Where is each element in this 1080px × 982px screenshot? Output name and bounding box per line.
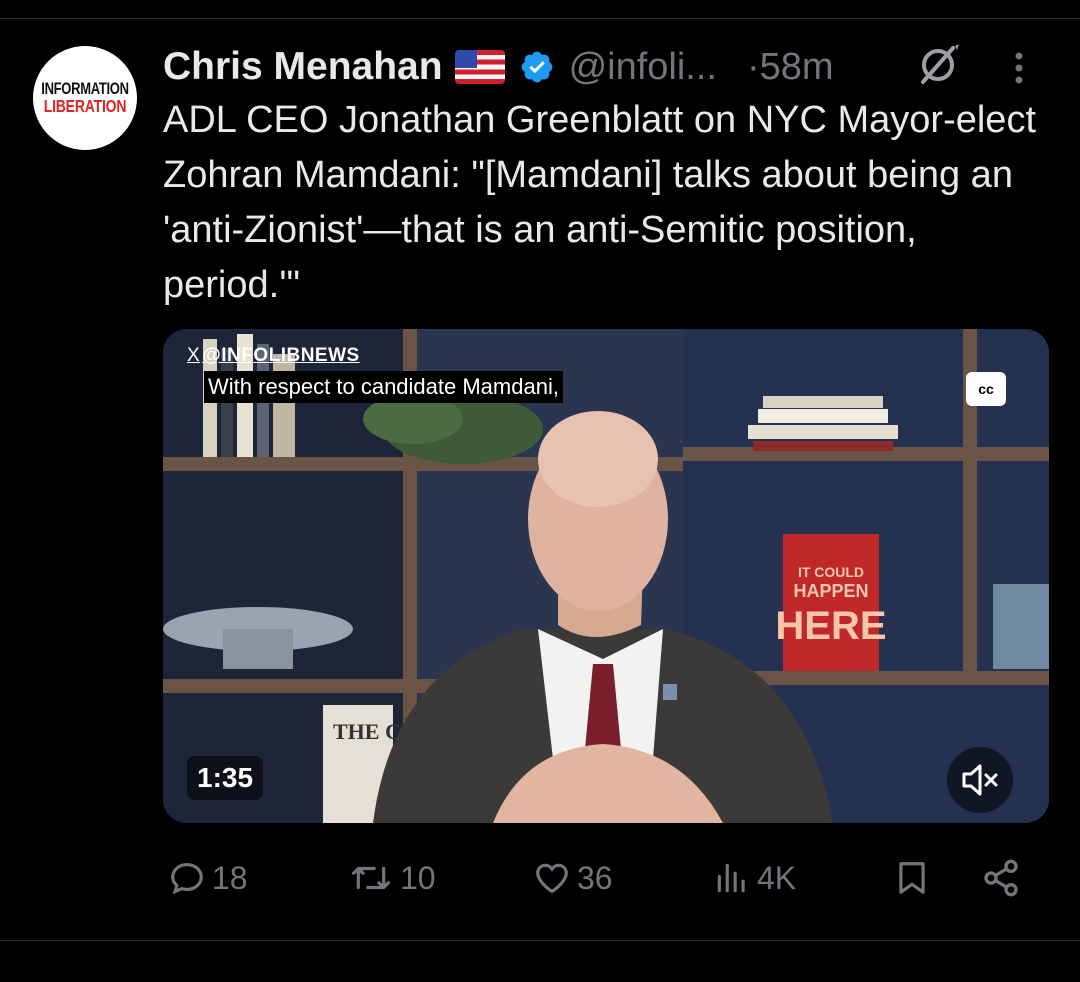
video-frame: IT COULD HAPPEN HERE THE C (163, 329, 1049, 823)
author-handle[interactable]: @infoli... (569, 46, 717, 89)
top-divider (0, 18, 1080, 19)
avatar[interactable]: INFORMATION LIBERATION (33, 46, 137, 150)
video-player[interactable]: IT COULD HAPPEN HERE THE C X @INFOLIBNEWS… (163, 329, 1049, 823)
views-icon (717, 863, 745, 893)
video-duration: 1:35 (187, 756, 264, 800)
views-count: 4K (757, 859, 797, 896)
avatar-line-2: LIBERATION (43, 95, 127, 116)
video-caption: With respect to candidate Mamdani, (204, 371, 563, 403)
more-vertical-icon[interactable] (1009, 50, 1029, 86)
watermark-handle: @INFOLIBNEWS (202, 345, 360, 366)
share-icon (984, 859, 1018, 897)
repost-icon (352, 866, 390, 890)
author-name[interactable]: Chris Menahan (163, 45, 443, 89)
book-title-line-2: HAPPEN (793, 581, 868, 601)
muted-speaker-icon (962, 764, 998, 796)
reply-button[interactable]: 18 (168, 850, 248, 906)
mute-button[interactable] (947, 747, 1013, 813)
time-separator: · (746, 45, 760, 88)
like-count: 36 (577, 859, 613, 896)
post-time[interactable]: ·58m (747, 46, 834, 89)
x-logo-icon: X (187, 345, 201, 366)
reply-count: 18 (212, 859, 248, 896)
closed-captions-button[interactable]: cc (966, 372, 1006, 406)
repost-button[interactable]: 10 (348, 850, 436, 906)
views-button[interactable]: 4K (713, 850, 796, 906)
like-icon (536, 863, 568, 894)
reply-icon (171, 862, 203, 895)
book-title-line-3: HERE (775, 604, 886, 648)
share-button[interactable] (981, 850, 1021, 906)
grok-icon[interactable] (915, 42, 961, 88)
time-value: 58m (759, 45, 834, 88)
video-watermark: X @INFOLIBNEWS (187, 345, 360, 367)
red-book (783, 534, 879, 671)
bookmark-button[interactable] (893, 850, 931, 906)
bookmark-icon (899, 862, 925, 894)
action-bar: 18 10 36 4K (163, 850, 1043, 906)
like-button[interactable]: 36 (533, 850, 613, 906)
repost-count: 10 (400, 859, 436, 896)
bottom-divider (0, 940, 1080, 941)
post-header: Chris Menahan @infoli... ·58m (163, 40, 1043, 94)
verified-badge-icon[interactable] (519, 49, 555, 85)
book2-title: THE C (333, 719, 401, 744)
post-text: ADL CEO Jonathan Greenblatt on NYC Mayor… (163, 99, 1036, 306)
book-title-line-1: IT COULD (798, 564, 864, 580)
us-flag-icon (454, 50, 505, 84)
